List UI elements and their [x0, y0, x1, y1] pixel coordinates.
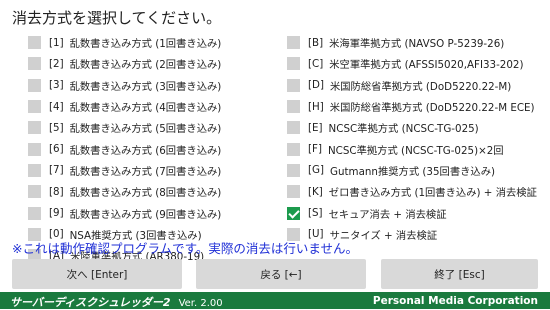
checkbox[interactable] [28, 163, 41, 177]
left-option-list: [1] 乱数書き込み方式 (1回書き込み) [2] 乱数書き込み方式 (2回書き込み)… [28, 32, 283, 266]
right-option-list: [B] 米海軍準拠方式 (NAVSO P-5239-26) [C] 米空軍準拠方式 (… [287, 32, 542, 245]
option-code: [8] [49, 185, 64, 198]
checkbox[interactable] [28, 206, 41, 220]
option-label: ゼロ書き込み方式 (1回書き込み) + 消去検証 [328, 187, 537, 200]
option-code: [1] [49, 36, 64, 49]
option-item[interactable]: [E] NCSC準拠方式 (NCSC-TG-025) [287, 117, 542, 138]
option-code: [D] [308, 79, 324, 92]
checkbox[interactable] [287, 36, 300, 50]
notice-text: ※これは動作確認プログラムです。実際の消去は行いません。 [12, 241, 358, 256]
option-label: 乱数書き込み方式 (1回書き込み) [69, 38, 222, 51]
option-code: [4] [49, 100, 64, 113]
checkbox[interactable] [28, 121, 41, 135]
option-code: [7] [49, 164, 64, 177]
option-item[interactable]: [F] NCSC準拠方式 (NCSC-TG-025)×2回 [287, 138, 542, 159]
option-code: [F] [308, 143, 322, 156]
option-label: 米国防総省準拠方式 (DoD5220.22-M ECE) [329, 102, 535, 115]
option-code: [E] [308, 121, 323, 134]
option-label: NCSC準拠方式 (NCSC-TG-025) [328, 123, 479, 136]
option-label: 米国防総省準拠方式 (DoD5220.22-M) [329, 80, 512, 93]
option-label: 乱数書き込み方式 (9回書き込み) [69, 208, 222, 221]
option-label: 乱数書き込み方式 (2回書き込み) [69, 59, 222, 72]
option-code: [B] [308, 36, 324, 49]
option-code: [2] [49, 57, 64, 70]
option-item[interactable]: [1] 乱数書き込み方式 (1回書き込み) [28, 32, 283, 53]
option-code: [6] [49, 143, 64, 156]
option-label: 乱数書き込み方式 (8回書き込み) [69, 187, 222, 200]
checkbox[interactable] [28, 142, 41, 156]
option-item[interactable]: [H] 米国防総省準拠方式 (DoD5220.22-M ECE) [287, 96, 542, 117]
back-button[interactable]: 戻る [←] [196, 259, 366, 289]
checkbox[interactable] [28, 100, 41, 114]
option-code: [K] [308, 185, 323, 198]
option-item[interactable]: [3] 乱数書き込み方式 (3回書き込み) [28, 75, 283, 96]
checkbox[interactable] [287, 57, 300, 71]
option-label: 乱数書き込み方式 (7回書き込み) [69, 165, 222, 178]
page-title: 消去方式を選択してください。 [12, 9, 222, 27]
option-label: セキュア消去 + 消去検証 [328, 208, 447, 221]
option-item[interactable]: [2] 乱数書き込み方式 (2回書き込み) [28, 53, 283, 74]
checkbox[interactable] [287, 185, 300, 199]
option-label: 乱数書き込み方式 (4回書き込み) [69, 102, 222, 115]
option-item[interactable]: [D] 米国防総省準拠方式 (DoD5220.22-M) [287, 75, 542, 96]
option-item[interactable]: [B] 米海軍準拠方式 (NAVSO P-5239-26) [287, 32, 542, 53]
checkbox[interactable] [28, 185, 41, 199]
option-code: [C] [308, 57, 324, 70]
option-item[interactable]: [9] 乱数書き込み方式 (9回書き込み) [28, 202, 283, 223]
app-branding: サーバーディスクシュレッダー2 Ver. 2.00 [0, 291, 223, 310]
checkbox[interactable] [287, 78, 300, 92]
option-code: [H] [308, 100, 324, 113]
checkbox[interactable] [287, 163, 300, 177]
option-item[interactable]: [7] 乱数書き込み方式 (7回書き込み) [28, 160, 283, 181]
option-item[interactable]: [5] 乱数書き込み方式 (5回書き込み) [28, 117, 283, 138]
option-item[interactable]: [S] セキュア消去 + 消去検証 [287, 202, 542, 223]
footer-bar: サーバーディスクシュレッダー2 Ver. 2.00 Personal Media … [0, 292, 550, 309]
option-label: 米海軍準拠方式 (NAVSO P-5239-26) [329, 38, 505, 51]
option-label: 米空軍準拠方式 (AFSSI5020,AFI33-202) [329, 59, 524, 72]
option-item[interactable]: [K] ゼロ書き込み方式 (1回書き込み) + 消去検証 [287, 181, 542, 202]
option-label: NCSC準拠方式 (NCSC-TG-025)×2回 [327, 144, 504, 157]
option-item[interactable]: [4] 乱数書き込み方式 (4回書き込み) [28, 96, 283, 117]
company-name: Personal Media Corporation [372, 294, 538, 307]
checkbox[interactable] [287, 142, 300, 156]
app-version: Ver. 2.00 [178, 298, 223, 309]
option-item[interactable]: [G] Gutmann推奨方式 (35回書き込み) [287, 160, 542, 181]
checkbox[interactable] [287, 121, 300, 135]
checkbox[interactable] [287, 100, 300, 114]
checkbox[interactable] [28, 78, 41, 92]
option-code: [9] [49, 207, 64, 220]
option-code: [5] [49, 121, 64, 134]
option-label: 乱数書き込み方式 (3回書き込み) [69, 80, 222, 93]
option-item[interactable]: [C] 米空軍準拠方式 (AFSSI5020,AFI33-202) [287, 53, 542, 74]
option-item[interactable]: [8] 乱数書き込み方式 (8回書き込み) [28, 181, 283, 202]
checkbox-checked[interactable] [287, 206, 300, 220]
checkbox[interactable] [28, 57, 41, 71]
option-code: [3] [49, 79, 64, 92]
next-button[interactable]: 次へ [Enter] [12, 259, 182, 289]
option-label: 乱数書き込み方式 (6回書き込み) [69, 144, 222, 157]
exit-button[interactable]: 終了 [Esc] [381, 259, 538, 289]
option-label: Gutmann推奨方式 (35回書き込み) [330, 165, 496, 178]
checkbox[interactable] [28, 36, 41, 50]
app-name: サーバーディスクシュレッダー2 [10, 296, 171, 309]
option-item[interactable]: [6] 乱数書き込み方式 (6回書き込み) [28, 138, 283, 159]
option-code: [S] [308, 207, 323, 220]
option-label: 乱数書き込み方式 (5回書き込み) [69, 123, 222, 136]
option-code: [G] [308, 164, 325, 177]
